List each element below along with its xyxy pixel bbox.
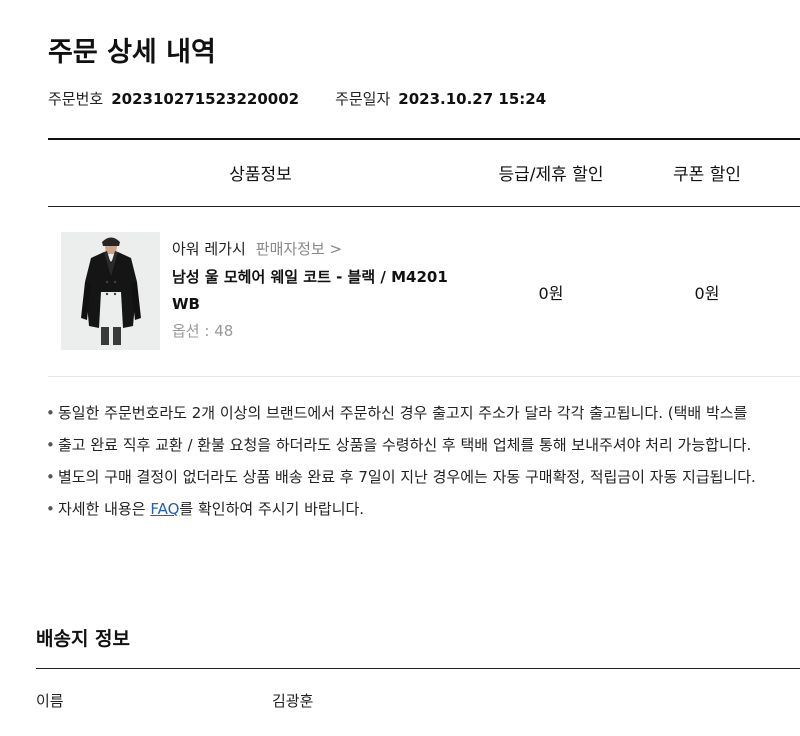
table-top-rule (48, 138, 800, 140)
recipient-name-value: 김광훈 (272, 692, 314, 710)
notice-list: • 동일한 주문번호라도 2개 이상의 브랜드에서 주문하신 경우 출고지 주소가… (46, 402, 756, 530)
list-item: • 별도의 구매 결정이 없더라도 상품 배송 완료 후 7일이 지난 경우에는 … (46, 468, 756, 486)
list-item: • 출고 완료 직후 교환 / 환불 요청을 하더라도 상품을 수령하신 후 택배… (46, 436, 752, 454)
product-option: 옵션 : 48 (172, 322, 234, 340)
order-number-value: 202310271523220002 (111, 90, 300, 108)
header-product: 상품정보 (229, 165, 292, 185)
order-date-label: 주문일자 (335, 90, 391, 108)
header-grade-discount: 등급/제휴 할인 (498, 165, 604, 185)
brand-line: 아워 레가시 판매자정보 > (172, 238, 342, 259)
recipient-name-label: 이름 (36, 692, 64, 710)
brand-name[interactable]: 아워 레가시 (172, 240, 246, 258)
header-coupon-discount: 쿠폰 할인 (673, 165, 741, 185)
notice-text: 별도의 구매 결정이 없더라도 상품 배송 완료 후 7일이 지난 경우에는 자… (58, 468, 756, 486)
page-title: 주문 상세 내역 (48, 37, 216, 68)
faq-suffix: 를 확인하여 주시기 바랍니다. (179, 500, 365, 518)
order-date-value: 2023.10.27 15:24 (398, 90, 547, 108)
seller-info-link[interactable]: 판매자정보 > (256, 240, 342, 258)
product-image[interactable] (61, 232, 160, 350)
notice-text: 동일한 주문번호라도 2개 이상의 브랜드에서 주문하신 경우 출고지 주소가 … (58, 404, 748, 422)
notice-text: 출고 완료 직후 교환 / 환불 요청을 하더라도 상품을 수령하신 후 택배 … (58, 436, 752, 454)
header-bottom-rule (48, 206, 800, 207)
black-coat-image (61, 232, 160, 350)
shipping-section-rule (36, 668, 800, 669)
list-item: • 동일한 주문번호라도 2개 이상의 브랜드에서 주문하신 경우 출고지 주소가… (46, 404, 748, 422)
order-meta: 주문번호 202310271523220002 주문일자 2023.10.27 15:… (48, 88, 546, 109)
product-name[interactable]: 남성 울 모헤어 웨일 코트 - 블랙 / M4201 WB (172, 264, 472, 318)
coupon-discount-amount: 0원 (694, 284, 720, 303)
grade-discount-amount: 0원 (538, 284, 564, 303)
faq-prefix: 자세한 내용은 (58, 500, 151, 518)
list-item: • 자세한 내용은 FAQ를 확인하여 주시기 바랍니다. (46, 500, 365, 518)
row-divider (48, 376, 800, 377)
faq-link[interactable]: FAQ (150, 500, 179, 518)
order-number-label: 주문번호 (48, 90, 104, 108)
shipping-section-title: 배송지 정보 (36, 628, 131, 650)
